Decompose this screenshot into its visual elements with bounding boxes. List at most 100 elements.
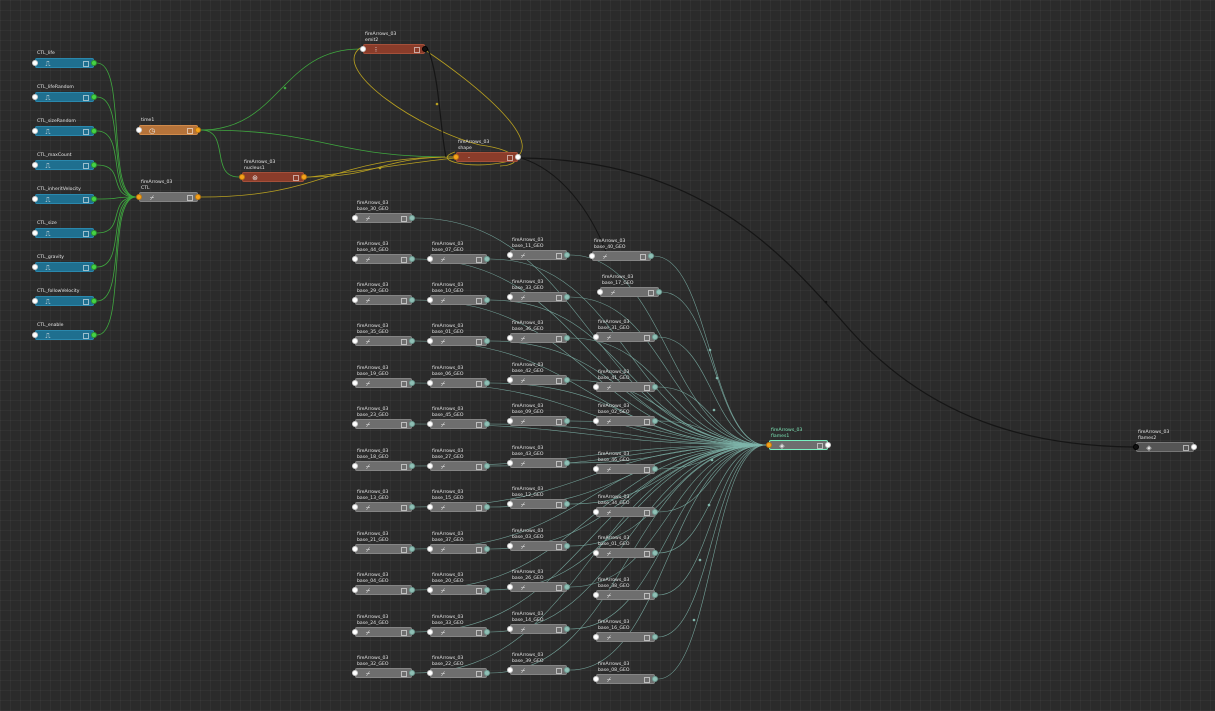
geo-node[interactable]: ⌿ <box>510 499 567 509</box>
attribute-editor-icon[interactable] <box>556 585 562 591</box>
input-port[interactable] <box>352 338 358 344</box>
flames2-node[interactable]: ◈ <box>1136 442 1194 452</box>
attribute-editor-icon[interactable] <box>476 588 482 594</box>
attribute-editor-icon[interactable] <box>556 627 562 633</box>
attribute-editor-icon[interactable] <box>644 593 650 599</box>
input-port[interactable] <box>352 587 358 593</box>
input-port[interactable] <box>593 334 599 340</box>
input-port[interactable] <box>427 504 433 510</box>
geo-node[interactable]: ⌿ <box>510 292 567 302</box>
geo-node[interactable]: ⌿ <box>592 251 651 261</box>
output-port[interactable] <box>652 466 658 472</box>
attribute-editor-icon[interactable] <box>644 677 650 683</box>
output-port[interactable] <box>484 338 490 344</box>
attribute-editor-icon[interactable] <box>83 299 89 305</box>
output-port[interactable] <box>409 421 415 427</box>
geo-node[interactable]: ⌿ <box>596 332 655 342</box>
geo-node[interactable]: ⌿ <box>510 416 567 426</box>
attribute-editor-icon[interactable] <box>83 197 89 203</box>
geo-node[interactable]: ⌿ <box>430 627 487 637</box>
input-port[interactable] <box>453 154 459 160</box>
geo-node[interactable]: ⌿ <box>355 502 412 512</box>
attribute-editor-icon[interactable] <box>476 339 482 345</box>
attribute-editor-icon[interactable] <box>1183 445 1189 451</box>
attribute-editor-icon[interactable] <box>476 547 482 553</box>
output-port[interactable] <box>409 670 415 676</box>
attribute-editor-icon[interactable] <box>556 336 562 342</box>
input-port[interactable] <box>32 60 38 66</box>
input-port[interactable] <box>507 501 513 507</box>
ctl-node[interactable]: ⎍ <box>35 92 94 102</box>
attribute-editor-icon[interactable] <box>556 378 562 384</box>
input-port[interactable] <box>32 162 38 168</box>
input-port[interactable] <box>32 128 38 134</box>
attribute-editor-icon[interactable] <box>644 510 650 516</box>
nucleus-node[interactable]: ⊛ <box>242 172 304 182</box>
output-port[interactable] <box>409 504 415 510</box>
attribute-editor-icon[interactable] <box>401 588 407 594</box>
emitter-node[interactable]: ⁝ <box>363 44 425 54</box>
output-port[interactable] <box>91 94 97 100</box>
input-port[interactable] <box>352 380 358 386</box>
output-port[interactable] <box>91 162 97 168</box>
input-port[interactable] <box>507 294 513 300</box>
input-port[interactable] <box>427 670 433 676</box>
input-port[interactable] <box>593 418 599 424</box>
input-port[interactable] <box>593 466 599 472</box>
output-port[interactable] <box>564 501 570 507</box>
geo-node[interactable]: ⌿ <box>510 582 567 592</box>
geo-node[interactable]: ⌿ <box>355 461 412 471</box>
output-port[interactable] <box>91 298 97 304</box>
attribute-editor-icon[interactable] <box>401 381 407 387</box>
output-port[interactable] <box>301 174 307 180</box>
attribute-editor-icon[interactable] <box>401 422 407 428</box>
attribute-editor-icon[interactable] <box>83 61 89 67</box>
input-port[interactable] <box>239 174 245 180</box>
input-port[interactable] <box>593 592 599 598</box>
geo-node[interactable]: ⌿ <box>430 544 487 554</box>
attribute-editor-icon[interactable] <box>83 231 89 237</box>
output-port[interactable] <box>564 543 570 549</box>
input-port[interactable] <box>352 546 358 552</box>
output-port[interactable] <box>409 587 415 593</box>
input-port[interactable] <box>1133 444 1139 450</box>
geo-node[interactable]: ⌿ <box>355 668 412 678</box>
output-port[interactable] <box>564 252 570 258</box>
output-port[interactable] <box>484 463 490 469</box>
output-port[interactable] <box>484 297 490 303</box>
ctl-node[interactable]: ⎍ <box>35 194 94 204</box>
ctl-node[interactable]: ⎍ <box>35 296 94 306</box>
geo-node[interactable]: ⌿ <box>510 665 567 675</box>
geo-node[interactable]: ⌿ <box>510 541 567 551</box>
output-port[interactable] <box>195 194 201 200</box>
input-port[interactable] <box>593 509 599 515</box>
attribute-editor-icon[interactable] <box>476 381 482 387</box>
output-port[interactable] <box>564 335 570 341</box>
attribute-editor-icon[interactable] <box>476 422 482 428</box>
attribute-editor-icon[interactable] <box>644 467 650 473</box>
flames1-node[interactable]: ◈ <box>769 440 828 450</box>
output-port[interactable] <box>91 332 97 338</box>
geo-node[interactable]: ⌿ <box>355 419 412 429</box>
input-port[interactable] <box>427 629 433 635</box>
attribute-editor-icon[interactable] <box>293 175 299 181</box>
input-port[interactable] <box>427 587 433 593</box>
output-port[interactable] <box>91 264 97 270</box>
attribute-editor-icon[interactable] <box>476 630 482 636</box>
attribute-editor-icon[interactable] <box>401 671 407 677</box>
input-port[interactable] <box>507 584 513 590</box>
geo-node[interactable]: ⌿ <box>355 336 412 346</box>
attribute-editor-icon[interactable] <box>476 671 482 677</box>
output-port[interactable] <box>484 629 490 635</box>
input-port[interactable] <box>597 289 603 295</box>
geo-node[interactable]: ⌿ <box>430 502 487 512</box>
input-port[interactable] <box>507 667 513 673</box>
input-port[interactable] <box>352 463 358 469</box>
input-port[interactable] <box>507 377 513 383</box>
attribute-editor-icon[interactable] <box>556 502 562 508</box>
output-port[interactable] <box>652 334 658 340</box>
output-port[interactable] <box>409 297 415 303</box>
input-port[interactable] <box>32 196 38 202</box>
output-port[interactable] <box>515 154 521 160</box>
attribute-editor-icon[interactable] <box>556 668 562 674</box>
